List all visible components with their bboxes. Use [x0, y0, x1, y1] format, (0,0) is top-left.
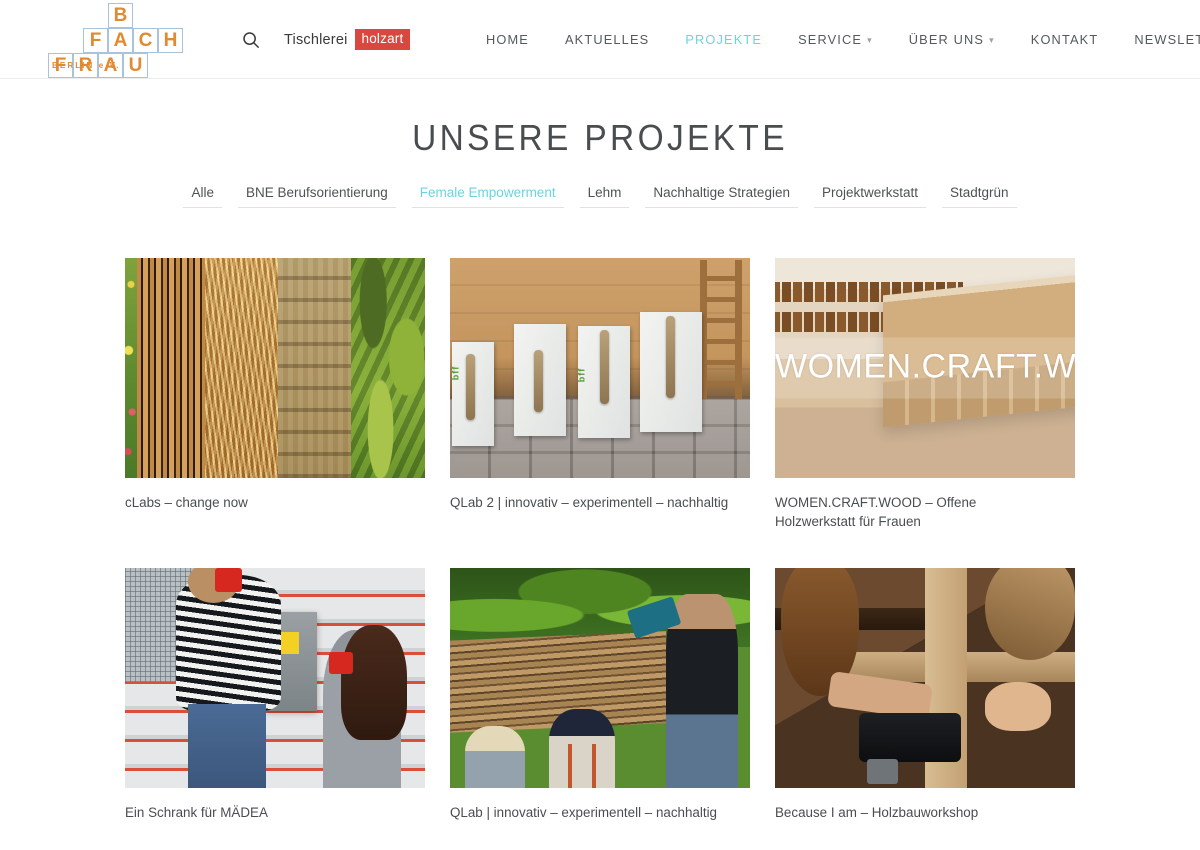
project-thumbnail-women-craft-wood[interactable]: WOMEN.CRAFT.WOOD — [775, 258, 1075, 478]
nav-label-kontakt: KONTAKT — [1030, 32, 1099, 47]
nav-item-home[interactable]: HOME — [468, 32, 547, 47]
project-thumbnail-maedea[interactable] — [125, 568, 425, 788]
project-card: bff bff QLab 2 | innovativ – experimente… — [450, 258, 750, 531]
nav-item-projekte[interactable]: PROJEKTE — [667, 32, 780, 47]
brand-badge-holzart[interactable]: holzart — [354, 29, 411, 50]
main-navigation: HOME AKTUELLES PROJEKTE SERVICE ▾ ÜBER U… — [468, 0, 1200, 79]
nav-label-service: SERVICE — [798, 32, 863, 47]
project-caption[interactable]: QLab | innovativ – experimentell – nachh… — [450, 803, 735, 822]
logo-cell-h1: H — [158, 28, 183, 53]
nav-label-newsletter: NEWSLETTER — [1134, 32, 1200, 47]
project-thumbnail-qlab[interactable] — [450, 568, 750, 788]
filter-lehm[interactable]: Lehm — [579, 185, 630, 208]
project-card: Because I am – Holzbauworkshop — [775, 568, 1075, 822]
nav-item-ueber-uns[interactable]: ÜBER UNS ▾ — [891, 32, 1013, 47]
project-thumbnail-because-i-am[interactable] — [775, 568, 1075, 788]
filter-alle[interactable]: Alle — [183, 185, 222, 208]
project-filter-bar: Alle BNE Berufsorientierung Female Empow… — [0, 185, 1200, 208]
nav-label-ueber-uns: ÜBER UNS — [908, 32, 985, 47]
project-card: Ein Schrank für MÄDEA — [125, 568, 425, 822]
logo-cell-f1: F — [83, 28, 108, 53]
nav-item-aktuelles[interactable]: AKTUELLES — [547, 32, 667, 47]
site-header: B F A C H F R A U BERLIN e.V. Tischlerei… — [0, 0, 1200, 79]
nav-label-home: HOME — [486, 32, 529, 47]
nav-label-aktuelles: AKTUELLES — [565, 32, 650, 47]
project-caption[interactable]: WOMEN.CRAFT.WOOD – Offene Holzwerkstatt … — [775, 493, 1060, 531]
brand-strip[interactable]: Tischlerei holzart — [284, 29, 411, 50]
logo-cell-u1: U — [123, 53, 148, 78]
grid-row-spacer — [125, 822, 1075, 850]
nav-item-kontakt[interactable]: KONTAKT — [1013, 32, 1117, 47]
nav-item-service[interactable]: SERVICE ▾ — [780, 32, 891, 47]
brand-prefix: Tischlerei — [284, 31, 348, 48]
project-card: cLabs – change now — [125, 258, 425, 531]
logo-cell-b1: B — [108, 3, 133, 28]
project-caption[interactable]: Ein Schrank für MÄDEA — [125, 803, 410, 822]
filter-bne-berufsorientierung[interactable]: BNE Berufsorientierung — [237, 185, 396, 208]
chevron-down-icon-service: ▾ — [867, 35, 873, 45]
chevron-down-icon-ueber-uns: ▾ — [989, 35, 995, 45]
logo-cell-c1: C — [133, 28, 158, 53]
project-grid: cLabs – change now bff bff QLab 2 | inno… — [125, 258, 1075, 850]
filter-stadtgruen[interactable]: Stadtgrün — [942, 185, 1017, 208]
outdoor-slatted-structure-image — [450, 568, 750, 788]
project-card: WOMEN.CRAFT.WOOD WOMEN.CRAFT.WOOD – Offe… — [775, 258, 1075, 531]
header-middle-group: Tischlerei holzart — [240, 0, 411, 79]
project-card: QLab | innovativ – experimentell – nachh… — [450, 568, 750, 822]
filter-projektwerkstatt[interactable]: Projektwerkstatt — [813, 185, 926, 208]
project-caption[interactable]: Because I am – Holzbauworkshop — [775, 803, 1060, 822]
nav-item-newsletter[interactable]: NEWSLETTER — [1116, 32, 1200, 47]
material-collage-image — [125, 258, 425, 478]
search-glyph — [243, 31, 260, 48]
filter-nachhaltige-strategien[interactable]: Nachhaltige Strategien — [645, 185, 798, 208]
grid-row-spacer — [125, 531, 1075, 568]
project-thumbnail-clabs[interactable] — [125, 258, 425, 478]
site-logo[interactable]: B F A C H F R A U BERLIN e.V. — [48, 3, 188, 78]
project-caption[interactable]: cLabs – change now — [125, 493, 410, 512]
page-title: UNSERE PROJEKTE — [412, 117, 788, 158]
drilling-timber-image — [775, 568, 1075, 788]
logo-cell-a1: A — [108, 28, 133, 53]
plaster-trowels-image: bff bff — [450, 258, 750, 478]
search-icon[interactable] — [240, 29, 262, 51]
nav-label-projekte: PROJEKTE — [685, 32, 763, 47]
logo-subtitle: BERLIN e.V. — [52, 61, 121, 70]
workshop-panel-saw-image — [125, 568, 425, 788]
project-caption[interactable]: QLab 2 | innovativ – experimentell – nac… — [450, 493, 735, 512]
main-content: UNSERE PROJEKTE Alle BNE Berufsorientier… — [0, 79, 1200, 850]
project-overlay-title: WOMEN.CRAFT.WOOD — [775, 337, 1075, 399]
project-thumbnail-qlab2[interactable]: bff bff — [450, 258, 750, 478]
filter-female-empowerment[interactable]: Female Empowerment — [411, 185, 564, 208]
